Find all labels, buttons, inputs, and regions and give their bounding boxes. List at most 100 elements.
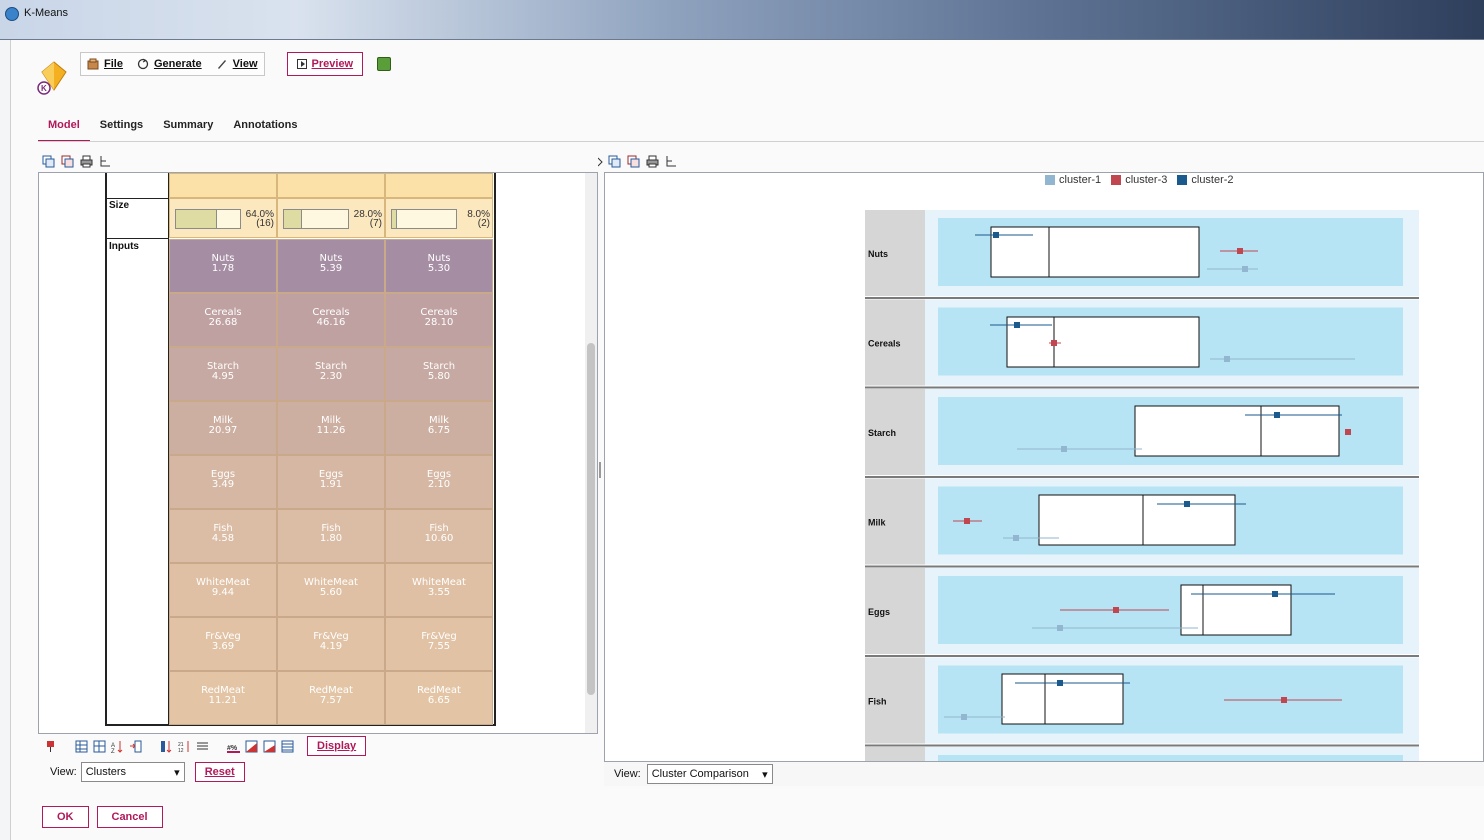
input-value: 26.68: [208, 317, 238, 328]
left-view-label: View:: [50, 766, 77, 778]
input-cell-milk[interactable]: Milk 6.75: [385, 401, 493, 455]
input-cell-starch[interactable]: Starch 5.80: [385, 347, 493, 401]
chevron-down-icon: ▾: [762, 768, 768, 781]
scrollbar-thumb[interactable]: [587, 343, 595, 695]
input-cell-cereals[interactable]: Cereals 46.16: [277, 293, 385, 347]
grid-transpose-icon[interactable]: [93, 740, 106, 753]
input-value: 4.95: [211, 371, 235, 382]
copy-data-icon[interactable]: [627, 155, 640, 168]
cluster-header-cell[interactable]: [385, 173, 493, 198]
variable-label: Nuts: [868, 249, 888, 259]
right-view-value: Cluster Comparison: [651, 768, 749, 780]
tree-icon[interactable]: [665, 155, 678, 168]
tree-icon[interactable]: [99, 155, 112, 168]
cluster-header-cell[interactable]: [169, 173, 277, 198]
input-cell-nuts[interactable]: Nuts 5.30: [385, 239, 493, 293]
input-cell-whitemeat[interactable]: WhiteMeat 9.44: [169, 563, 277, 617]
reset-button[interactable]: Reset: [194, 762, 245, 782]
input-cell-redmeat[interactable]: RedMeat 11.21: [169, 671, 277, 725]
distribution-icon[interactable]: [245, 740, 258, 753]
view-menu[interactable]: View: [216, 58, 258, 70]
input-cell-eggs[interactable]: Eggs 3.49: [169, 455, 277, 509]
preview-button[interactable]: Preview: [286, 52, 364, 76]
input-cell-cereals[interactable]: Cereals 28.10: [385, 293, 493, 347]
input-cell-frveg[interactable]: Fr&Veg 4.19: [277, 617, 385, 671]
brush-icon: [217, 60, 226, 69]
generate-label: Generate: [153, 58, 202, 70]
table-view-icon[interactable]: [281, 740, 294, 753]
svg-text:#%: #%: [227, 745, 238, 752]
cluster-1-marker: [1242, 266, 1248, 272]
size-bar: [391, 209, 457, 229]
variable-label: Fish: [868, 697, 887, 707]
input-cell-fish[interactable]: Fish 1.80: [277, 509, 385, 563]
file-menu[interactable]: File: [87, 58, 123, 70]
input-cell-whitemeat[interactable]: WhiteMeat 3.55: [385, 563, 493, 617]
cluster-size-cell: 28.0% (7): [277, 198, 385, 238]
copy-data-icon[interactable]: [61, 155, 74, 168]
tab-summary[interactable]: Summary: [153, 114, 223, 142]
input-cell-milk[interactable]: Milk 20.97: [169, 401, 277, 455]
cluster-3-marker: [1237, 248, 1243, 254]
cancel-button[interactable]: Cancel: [96, 806, 163, 828]
input-cell-fish[interactable]: Fish 4.58: [169, 509, 277, 563]
cluster-3-marker: [1345, 429, 1351, 435]
tab-model[interactable]: Model: [38, 114, 90, 142]
sort-numeric-icon[interactable]: 2112: [178, 740, 191, 753]
right-view-select[interactable]: Cluster Comparison ▾: [646, 764, 773, 784]
grid-layout-icon[interactable]: [75, 740, 88, 753]
input-value: 4.19: [319, 641, 343, 652]
input-value: 7.57: [319, 695, 343, 706]
input-cell-eggs[interactable]: Eggs 2.10: [385, 455, 493, 509]
input-cell-milk[interactable]: Milk 11.26: [277, 401, 385, 455]
left-view-select[interactable]: Clusters ▾: [80, 762, 185, 782]
input-cell-starch[interactable]: Starch 4.95: [169, 347, 277, 401]
export-icon[interactable]: [377, 57, 392, 71]
input-cell-redmeat[interactable]: RedMeat 7.57: [277, 671, 385, 725]
input-cell-starch[interactable]: Starch 2.30: [277, 347, 385, 401]
insert-column-icon[interactable]: [129, 740, 142, 753]
tab-bar: Model Settings Summary Annotations: [38, 114, 308, 142]
tab-settings[interactable]: Settings: [90, 114, 153, 142]
display-button[interactable]: Display: [307, 736, 367, 756]
input-cell-frveg[interactable]: Fr&Veg 7.55: [385, 617, 493, 671]
input-cell-nuts[interactable]: Nuts 1.78: [169, 239, 277, 293]
input-cell-redmeat[interactable]: RedMeat 6.65: [385, 671, 493, 725]
input-value: 3.55: [427, 587, 451, 598]
percent-icon[interactable]: #%: [227, 740, 240, 753]
cluster-1-marker: [1057, 625, 1063, 631]
input-cell-fish[interactable]: Fish 10.60: [385, 509, 493, 563]
input-cell-eggs[interactable]: Eggs 1.91: [277, 455, 385, 509]
cluster-3-marker: [1051, 340, 1057, 346]
tab-divider: [38, 141, 1484, 142]
copy-visualization-icon[interactable]: [42, 155, 55, 168]
input-cell-whitemeat[interactable]: WhiteMeat 5.60: [277, 563, 385, 617]
sort-icon[interactable]: AZ: [111, 740, 124, 753]
vertical-scrollbar[interactable]: [585, 173, 597, 733]
input-cell-frveg[interactable]: Fr&Veg 3.69: [169, 617, 277, 671]
list-icon[interactable]: [196, 740, 209, 753]
tab-annotations[interactable]: Annotations: [223, 114, 307, 142]
input-cell-nuts[interactable]: Nuts 5.39: [277, 239, 385, 293]
cluster-header-cell[interactable]: [277, 173, 385, 198]
distribution-alt-icon[interactable]: [263, 740, 276, 753]
ok-button[interactable]: OK: [42, 806, 89, 828]
cluster-2-marker: [1014, 322, 1020, 328]
input-value: 5.80: [427, 371, 451, 382]
print-icon[interactable]: [80, 155, 93, 168]
copy-visualization-icon[interactable]: [608, 155, 621, 168]
generate-menu[interactable]: Generate: [137, 58, 202, 70]
cluster-2-marker: [1184, 501, 1190, 507]
sort-clusters-icon[interactable]: [160, 740, 173, 753]
pin-icon[interactable]: [44, 740, 57, 753]
print-icon[interactable]: [646, 155, 659, 168]
overall-box: [1134, 405, 1340, 457]
cluster-comparison-panel: cluster-1 cluster-3 cluster-2 Nuts Cereal…: [604, 172, 1484, 762]
input-cell-cereals[interactable]: Cereals 26.68: [169, 293, 277, 347]
input-value: 1.80: [319, 533, 343, 544]
size-count: (2): [477, 218, 490, 229]
size-bar-fill: [392, 210, 398, 228]
comparison-chart: Nuts Cereals Starch Milk Eggs Fish: [865, 210, 1419, 761]
svg-text:12: 12: [178, 748, 184, 753]
cluster-3-marker: [964, 518, 970, 524]
